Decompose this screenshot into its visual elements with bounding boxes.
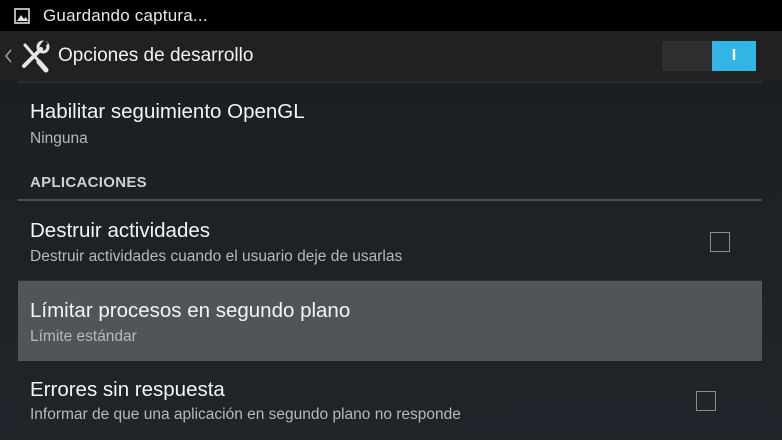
pref-title: Habilitar seguimiento OpenGL: [30, 100, 305, 123]
pref-show-all-anrs[interactable]: Errores sin respuesta Informar de que un…: [18, 362, 762, 440]
section-header-apps: APLICACIONES: [30, 174, 147, 191]
page-title: Opciones de desarrollo: [58, 45, 254, 66]
pref-destroy-activities[interactable]: Destruir actividades Destruir actividade…: [18, 202, 762, 280]
pref-summary: Informar de que una aplicación en segund…: [30, 406, 461, 423]
pref-title: Límitar procesos en segundo plano: [30, 299, 351, 322]
developer-options-switch[interactable]: I: [662, 41, 756, 71]
status-notification-text: Guardando captura...: [43, 5, 208, 25]
pref-background-process-limit[interactable]: Límitar procesos en segundo plano Límite…: [18, 281, 762, 361]
anr-checkbox[interactable]: [696, 391, 716, 411]
image-icon: [14, 7, 30, 24]
preferences-list: Habilitar seguimiento OpenGL Ninguna APL…: [0, 81, 782, 440]
tools-icon[interactable]: [16, 38, 52, 74]
action-bar: Opciones de desarrollo I: [0, 31, 782, 81]
pref-summary: Límite estándar: [30, 328, 137, 345]
pref-summary: Ninguna: [30, 130, 88, 147]
pref-summary: Destruir actividades cuando el usuario d…: [30, 248, 403, 265]
status-bar: Guardando captura...: [0, 0, 782, 31]
chevron-left-icon[interactable]: [4, 48, 14, 64]
section-divider: [18, 199, 762, 201]
switch-thumb: I: [712, 41, 756, 71]
pref-opengl-traces[interactable]: Habilitar seguimiento OpenGL Ninguna: [18, 83, 762, 161]
pref-title: Errores sin respuesta: [30, 378, 225, 401]
destroy-activities-checkbox[interactable]: [710, 232, 730, 252]
pref-title: Destruir actividades: [30, 219, 211, 242]
